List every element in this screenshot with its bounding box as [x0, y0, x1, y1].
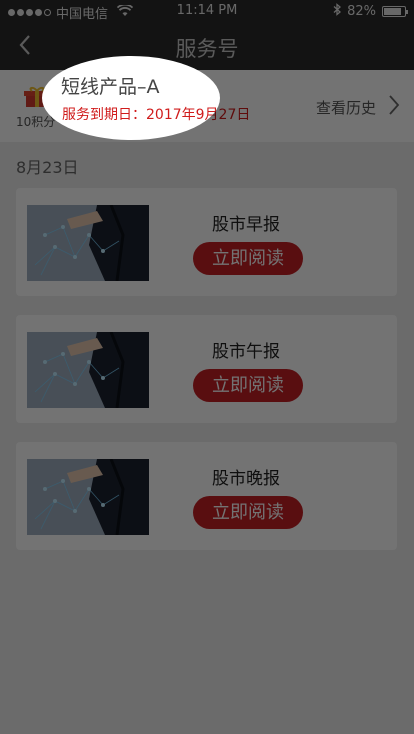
battery-percent: 82%: [347, 4, 376, 19]
report-thumbnail: [27, 332, 149, 408]
card-title: 股市午报: [212, 342, 280, 362]
nav-bar: 服务号: [0, 22, 414, 70]
report-thumbnail: [27, 459, 149, 535]
guide-spotlight: 短线产品–A 服务到期日：2017年9月27日: [42, 56, 220, 140]
report-card-noon[interactable]: 股市午报 立即阅读: [16, 315, 397, 423]
status-bar: 中国电信 11:14 PM 82%: [0, 0, 414, 22]
card-title: 股市早报: [212, 215, 280, 235]
status-right: 82%: [333, 3, 408, 20]
report-card-evening[interactable]: 股市晚报 立即阅读: [16, 442, 397, 550]
read-now-button[interactable]: 立即阅读: [193, 242, 303, 275]
spotlight-expiry-date: 服务到期日：2017年9月27日: [62, 107, 220, 123]
page-title: 服务号: [175, 37, 239, 61]
read-now-button[interactable]: 立即阅读: [193, 369, 303, 402]
report-thumbnail: [27, 205, 149, 281]
report-card-morning[interactable]: 股市早报 立即阅读: [16, 188, 397, 296]
battery-icon: [382, 6, 408, 17]
card-title: 股市晚报: [212, 469, 280, 489]
date-label: 8月23日: [16, 158, 79, 177]
chevron-right-icon[interactable]: [388, 94, 400, 116]
read-now-button[interactable]: 立即阅读: [193, 496, 303, 529]
spotlight-product-name: 短线产品–A: [61, 76, 160, 98]
main-content: 10积分 短线产品–A 服务到期日：2017年9月27日 查看历史 8月23日 …: [0, 70, 414, 734]
bluetooth-icon: [333, 3, 342, 20]
view-history-link[interactable]: 查看历史: [316, 97, 376, 118]
